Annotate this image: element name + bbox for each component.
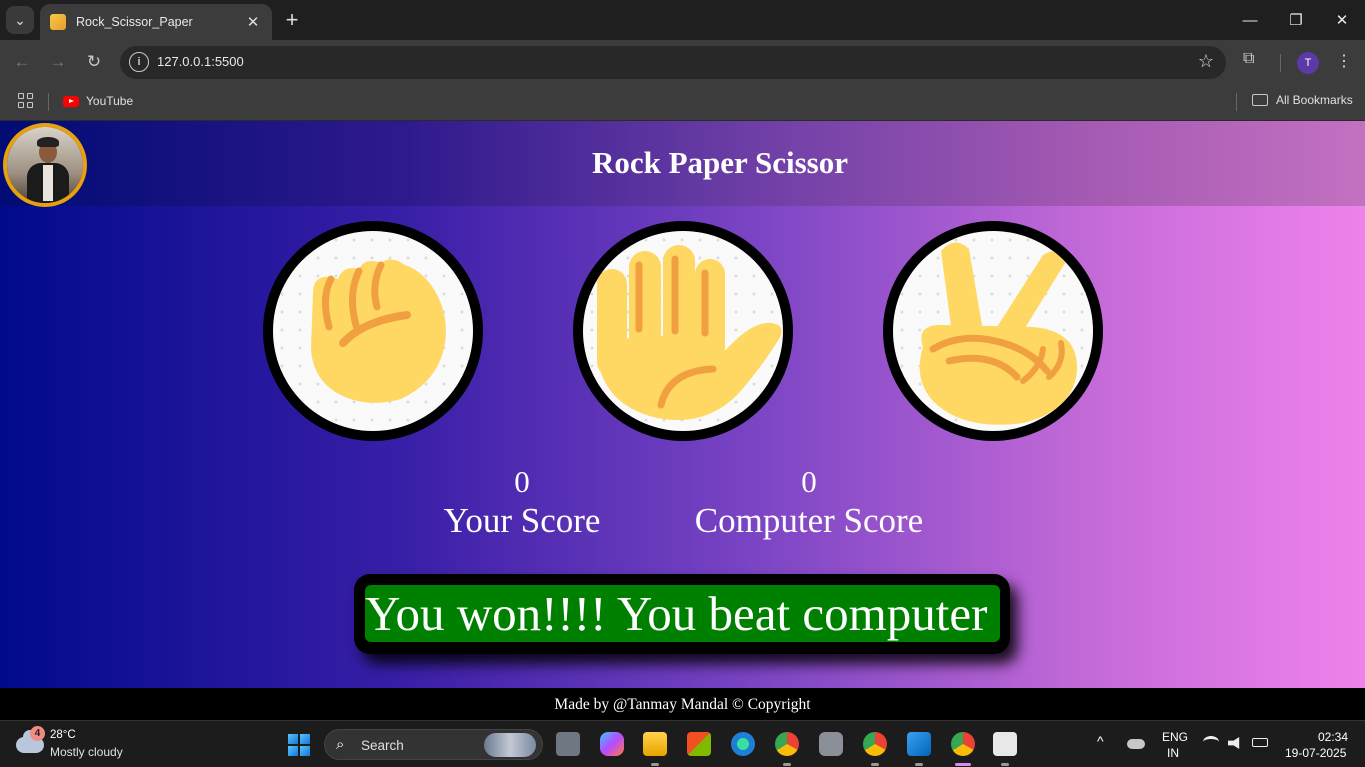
tab-favicon-icon: [50, 14, 66, 30]
vscode-icon[interactable]: [907, 732, 931, 756]
file-explorer-icon[interactable]: [643, 732, 667, 756]
bookmark-divider: [1236, 93, 1237, 111]
minimize-button[interactable]: —: [1227, 0, 1273, 40]
bookmark-label: YouTube: [86, 94, 134, 108]
os-taskbar: 4 28°C Mostly cloudy ⌕ Search ^ ENG IN 0…: [0, 720, 1365, 767]
apps-grid-icon[interactable]: [18, 93, 33, 108]
input-language[interactable]: ENG: [1162, 730, 1188, 744]
weather-temperature: 28°C: [50, 729, 76, 741]
address-bar[interactable]: i 127.0.0.1:5500 ☆: [120, 46, 1226, 79]
page-title: Rock Paper Scissor: [591, 145, 849, 180]
input-region[interactable]: IN: [1167, 746, 1179, 760]
bookmark-divider: [48, 93, 49, 111]
bookmarks-bar: YouTube All Bookmarks: [0, 85, 1365, 121]
tab-close-icon[interactable]: ✕: [244, 13, 262, 31]
running-indicator: [651, 763, 659, 766]
toolbar-divider: [1280, 54, 1281, 72]
running-indicator: [783, 763, 791, 766]
choice-paper-button[interactable]: [573, 221, 793, 441]
onedrive-icon[interactable]: [1127, 739, 1145, 749]
user-score-label: Your Score: [443, 501, 601, 540]
active-app-indicator: [955, 763, 971, 766]
browser-tab-strip: ⌄ Rock_Scissor_Paper ✕ + — ❐ ✕: [0, 0, 1365, 40]
chrome-profile-icon[interactable]: [775, 732, 799, 756]
weather-notification-badge: 4: [30, 726, 45, 741]
rock-fist-icon: [311, 259, 446, 403]
all-bookmarks-button[interactable]: All Bookmarks: [1252, 93, 1353, 107]
computer-score-value: 0: [801, 464, 817, 499]
choice-rock-button[interactable]: [263, 221, 483, 441]
running-indicator: [915, 763, 923, 766]
edge-browser-icon[interactable]: [731, 732, 755, 756]
computer-score-label: Computer Score: [694, 501, 924, 540]
task-view-icon[interactable]: [556, 732, 580, 756]
reload-button[interactable]: ↻: [82, 50, 106, 74]
result-message: You won!!!! You beat computer: [365, 585, 1000, 642]
choice-paper-face: [583, 231, 783, 431]
page-header: Rock Paper Scissor: [0, 121, 1365, 207]
wifi-icon[interactable]: [1203, 736, 1219, 748]
back-button[interactable]: ←: [10, 50, 34, 74]
result-message-box: You won!!!! You beat computer: [354, 574, 1010, 654]
extensions-icon[interactable]: ⧉: [1243, 50, 1254, 68]
taskbar-search-box[interactable]: ⌕ Search: [324, 729, 543, 760]
bookmark-youtube[interactable]: YouTube: [63, 94, 133, 108]
microsoft-store-icon[interactable]: [687, 732, 711, 756]
close-window-button[interactable]: ✕: [1319, 0, 1365, 40]
all-bookmarks-label: All Bookmarks: [1276, 93, 1353, 107]
choice-rock-face: [273, 231, 473, 431]
browser-tab[interactable]: Rock_Scissor_Paper ✕: [40, 4, 272, 40]
taskbar-search-label: Search: [361, 738, 404, 753]
weather-description: Mostly cloudy: [50, 745, 123, 759]
youtube-icon: [63, 95, 79, 107]
search-icon: ⌕: [336, 736, 345, 753]
chrome-active-icon[interactable]: [951, 732, 975, 756]
site-info-icon[interactable]: i: [129, 52, 149, 72]
choice-scissor-button[interactable]: [883, 221, 1103, 441]
clock-time[interactable]: 02:34: [1318, 730, 1348, 744]
user-score-value: 0: [514, 464, 530, 499]
tab-search-button[interactable]: ⌄: [6, 6, 34, 34]
new-tab-button[interactable]: +: [282, 8, 302, 32]
url-text[interactable]: 127.0.0.1:5500: [157, 54, 244, 69]
volume-icon[interactable]: [1228, 737, 1240, 749]
game-page: Rock Paper Scissor 0 Your Score 0 Comput…: [0, 121, 1365, 688]
battery-icon[interactable]: [1252, 738, 1268, 747]
restore-button[interactable]: ❐: [1273, 0, 1319, 40]
browser-menu-icon[interactable]: ⋮: [1334, 51, 1354, 71]
windows-start-icon[interactable]: [288, 734, 310, 756]
running-indicator: [1001, 763, 1009, 766]
bookmark-star-icon[interactable]: ☆: [1198, 51, 1214, 72]
tab-title: Rock_Scissor_Paper: [76, 15, 193, 29]
snipping-tool-icon[interactable]: [993, 732, 1017, 756]
copilot-icon[interactable]: [600, 732, 624, 756]
chrome-profile-icon[interactable]: [863, 732, 887, 756]
choice-scissor-face: [893, 231, 1093, 431]
camera-icon[interactable]: [819, 732, 843, 756]
forward-button[interactable]: →: [46, 50, 70, 74]
folder-icon: [1252, 94, 1268, 106]
clock-date[interactable]: 19-07-2025: [1285, 746, 1346, 760]
profile-avatar[interactable]: T: [1297, 52, 1319, 74]
search-highlight-image: [484, 733, 536, 757]
tray-overflow-icon[interactable]: ^: [1097, 733, 1104, 749]
browser-toolbar: ← → ↻ i 127.0.0.1:5500 ☆: [0, 40, 1365, 85]
scissor-victory-icon: [919, 242, 1078, 425]
paper-hand-icon: [596, 245, 782, 421]
page-footer: Made by @Tanmay Mandal © Copyright: [0, 688, 1365, 720]
chevron-down-icon: ⌄: [14, 11, 26, 28]
running-indicator: [871, 763, 879, 766]
